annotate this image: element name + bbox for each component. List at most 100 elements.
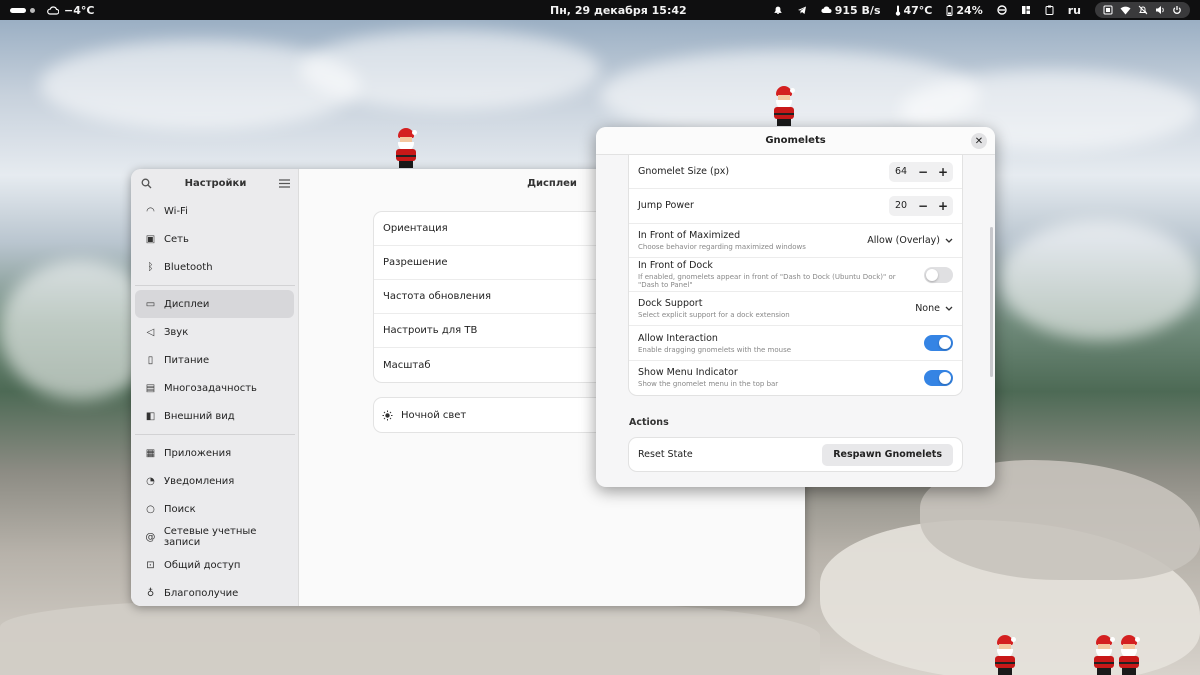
power-icon: ▯ bbox=[147, 354, 154, 366]
gnomelet-santa[interactable] bbox=[768, 86, 800, 126]
clipboard-indicator[interactable] bbox=[1045, 5, 1054, 15]
gnomelet-santa[interactable] bbox=[1113, 635, 1145, 675]
circle-icon bbox=[997, 5, 1007, 15]
in-front-of-maximized-label: In Front of Maximized bbox=[638, 229, 741, 241]
dock-support-dropdown[interactable]: None bbox=[915, 303, 953, 314]
in-front-of-maximized-description: Choose behavior regarding maximized wind… bbox=[638, 242, 806, 251]
in-front-of-maximized-dropdown[interactable]: Allow (Overlay) bbox=[867, 235, 953, 246]
tiling-indicator[interactable] bbox=[1021, 5, 1031, 15]
respawn-gnomelets-button[interactable]: Respawn Gnomelets bbox=[822, 443, 953, 466]
dock-support-row[interactable]: Dock Support Select explicit support for… bbox=[629, 292, 962, 327]
sidebar-item[interactable]: ◔ Уведомления bbox=[135, 467, 294, 495]
sidebar-item-label: Внешний вид bbox=[164, 410, 235, 422]
bell-icon bbox=[774, 6, 782, 14]
workspace-indicator[interactable] bbox=[10, 7, 35, 13]
scrollbar[interactable] bbox=[990, 227, 993, 377]
sidebar-item-label: Дисплеи bbox=[164, 298, 210, 310]
cpu-temp[interactable]: 47°C bbox=[895, 4, 932, 17]
sidebar-item[interactable]: ▯ Питание bbox=[135, 346, 294, 374]
gnomelet-santa[interactable] bbox=[390, 128, 422, 168]
weather-indicator[interactable]: −4°C bbox=[47, 4, 94, 17]
sidebar-item[interactable]: ○ Поиск bbox=[135, 495, 294, 523]
decrement-button[interactable]: − bbox=[913, 196, 933, 216]
display-setting-label: Разрешение bbox=[383, 257, 448, 268]
system-menu[interactable] bbox=[1095, 2, 1190, 18]
sidebar-item-label: Многозадачность bbox=[164, 382, 257, 394]
gnomelet-size-value[interactable]: 64 bbox=[889, 166, 913, 177]
bluetooth-icon: ᛒ bbox=[147, 261, 154, 273]
increment-button[interactable]: + bbox=[933, 162, 953, 182]
cloud-icon bbox=[821, 6, 832, 13]
sidebar-group-connectivity: ◠ Wi-Fi ▣ Сеть ᛒ Bluetooth bbox=[131, 197, 298, 281]
display-icon: ▭ bbox=[145, 298, 156, 310]
show-menu-indicator-toggle[interactable] bbox=[924, 369, 953, 386]
sidebar-item[interactable]: ⊡ Общий доступ bbox=[135, 551, 294, 579]
display-setting-label: Частота обновления bbox=[383, 291, 491, 302]
sidebar-item-label: Wi-Fi bbox=[164, 205, 188, 217]
clock[interactable]: Пн, 29 декабря 15:42 bbox=[550, 0, 687, 20]
sidebar-item-label: Звук bbox=[164, 326, 189, 338]
weather-temp: −4°C bbox=[64, 3, 95, 17]
jump-power-row: Jump Power 20 − + bbox=[629, 189, 962, 224]
telegram-indicator[interactable] bbox=[797, 5, 807, 15]
display-setting-label: Настроить для ТВ bbox=[383, 325, 478, 336]
network-icon: ▣ bbox=[145, 233, 156, 245]
sidebar-item-label: Bluetooth bbox=[164, 261, 213, 273]
sidebar-item[interactable]: @ Сетевые учетные записи bbox=[135, 523, 294, 551]
gnomelet-santa[interactable] bbox=[989, 635, 1021, 675]
sidebar-item[interactable]: ♁ Благополучие bbox=[135, 579, 294, 606]
hamburger-menu-icon[interactable] bbox=[278, 178, 290, 188]
increment-button[interactable]: + bbox=[933, 196, 953, 216]
top-bar: −4°C Пн, 29 декабря 15:42 915 B/s 47°C 2… bbox=[0, 0, 1200, 20]
in-front-of-dock-toggle[interactable] bbox=[924, 266, 953, 283]
notification-indicator[interactable] bbox=[773, 5, 783, 15]
gnomelet-size-stepper[interactable]: 64 − + bbox=[889, 161, 953, 182]
sidebar-item[interactable]: ▣ Сеть bbox=[135, 225, 294, 253]
search-icon[interactable] bbox=[141, 178, 152, 189]
sidebar-item-label: Поиск bbox=[164, 503, 196, 515]
sidebar-item[interactable]: ▤ Многозадачность bbox=[135, 374, 294, 402]
screen-share-icon bbox=[1103, 5, 1113, 15]
jump-power-value[interactable]: 20 bbox=[889, 200, 913, 211]
battery-percent[interactable]: 24% bbox=[946, 4, 983, 17]
sidebar-item[interactable]: ◁ Звук bbox=[135, 318, 294, 346]
reset-state-label: Reset State bbox=[638, 449, 693, 460]
allow-interaction-row: Allow Interaction Enable dragging gnomel… bbox=[629, 326, 962, 361]
close-icon: ✕ bbox=[974, 135, 984, 147]
sidebar-item[interactable]: ᛒ Bluetooth bbox=[135, 253, 294, 281]
sidebar-divider bbox=[135, 285, 295, 286]
sidebar-item[interactable]: ▭ Дисплеи bbox=[135, 290, 294, 318]
display-setting-label: Ориентация bbox=[383, 223, 448, 234]
sidebar-item-label: Общий доступ bbox=[164, 559, 241, 571]
sidebar-item-label: Сетевые учетные записи bbox=[163, 526, 257, 548]
show-menu-indicator-row: Show Menu Indicator Show the gnomelet me… bbox=[629, 361, 962, 395]
allow-interaction-description: Enable dragging gnomelets with the mouse bbox=[638, 345, 792, 354]
extension-indicator[interactable] bbox=[997, 5, 1007, 15]
in-front-of-dock-label: In Front of Dock bbox=[638, 260, 713, 272]
display-setting-label: Масштаб bbox=[383, 359, 431, 371]
multitasking-icon: ▤ bbox=[145, 382, 156, 394]
sidebar-group-system: ▦ Приложения ◔ Уведомления ○ Поиск @ Сетевые уч… bbox=[131, 439, 298, 606]
reset-state-row: Reset State Respawn Gnomelets bbox=[629, 438, 962, 471]
gnomelet-size-row: Gnomelet Size (px) 64 − + bbox=[629, 155, 962, 190]
telegram-icon bbox=[797, 6, 806, 14]
sidebar-divider bbox=[135, 434, 295, 435]
actions-heading: Actions bbox=[629, 417, 669, 428]
sidebar-item[interactable]: ◠ Wi-Fi bbox=[135, 197, 294, 225]
jump-power-stepper[interactable]: 20 − + bbox=[889, 195, 953, 216]
close-button[interactable]: ✕ bbox=[971, 133, 987, 149]
keyboard-layout[interactable]: ru bbox=[1068, 4, 1081, 17]
tiles-icon bbox=[1021, 6, 1030, 14]
sidebar-item-label: Благополучие bbox=[164, 587, 239, 599]
allow-interaction-toggle[interactable] bbox=[924, 335, 953, 352]
network-speed[interactable]: 915 B/s bbox=[821, 4, 881, 17]
thermometer-icon bbox=[895, 5, 900, 16]
gnomelet-size-label: Gnomelet Size (px) bbox=[638, 166, 730, 178]
decrement-button[interactable]: − bbox=[913, 162, 933, 182]
sidebar-item[interactable]: ▦ Приложения bbox=[135, 439, 294, 467]
search-icon: ○ bbox=[146, 503, 155, 515]
sidebar-item[interactable]: ◧ Внешний вид bbox=[135, 402, 294, 430]
dock-support-label: Dock Support bbox=[638, 298, 703, 310]
apps-icon: ▦ bbox=[145, 447, 156, 459]
in-front-of-maximized-row[interactable]: In Front of Maximized Choose behavior re… bbox=[629, 224, 962, 258]
